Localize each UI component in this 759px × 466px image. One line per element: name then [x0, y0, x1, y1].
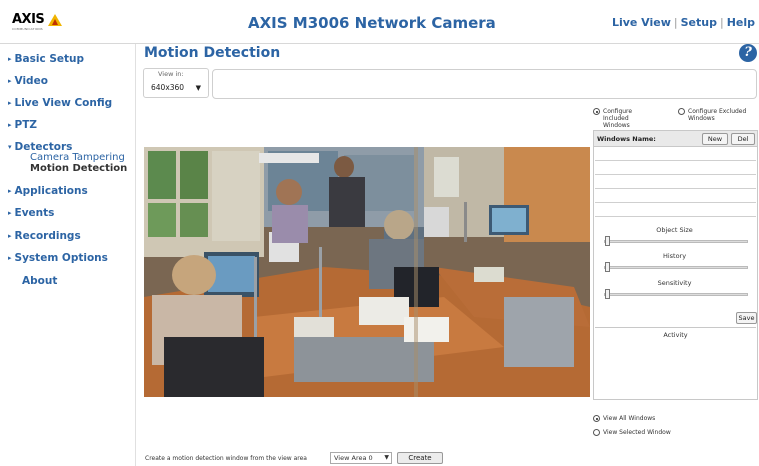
configure-included-label: Configure Included Windows [603, 108, 633, 129]
view-selected-window-label: View Selected Window [603, 429, 671, 436]
radio-unselected-icon [678, 108, 685, 115]
sidebar-item-recordings[interactable]: ▸ Recordings [8, 230, 81, 242]
nav-separator: | [719, 16, 724, 29]
history-thumb[interactable] [605, 262, 610, 272]
sidebar-item-label: Applications [14, 185, 88, 197]
logo-subtitle: COMMUNICATIONS [12, 27, 43, 31]
camera-scene-image [144, 147, 590, 397]
radio-selected-icon [593, 108, 600, 115]
chevron-right-icon: ▸ [8, 232, 12, 240]
create-button[interactable]: Create [397, 452, 443, 464]
dropdown-arrow-icon: ▼ [384, 454, 389, 461]
window-slot[interactable] [595, 190, 756, 203]
configure-included-radio[interactable]: Configure Included Windows [593, 108, 655, 129]
view-area-select[interactable]: View Area 0 ▼ [330, 452, 392, 464]
sidebar-item-label: Live View Config [14, 97, 113, 109]
window-slot[interactable] [595, 176, 756, 189]
chevron-right-icon: ▸ [8, 187, 12, 195]
help-link[interactable]: Help [727, 16, 755, 29]
chevron-right-icon: ▸ [8, 99, 12, 107]
history-label: History [662, 252, 687, 260]
chevron-right-icon: ▸ [8, 254, 12, 262]
status-box [212, 69, 757, 99]
dropdown-arrow-icon: ▼ [195, 84, 201, 92]
sidebar-item-label: Recordings [14, 230, 81, 242]
sidebar-item-live-view-config[interactable]: ▸ Live View Config [8, 97, 112, 109]
sidebar: ▸ Basic Setup ▸ Video ▸ Live View Config ▸ P… [0, 44, 136, 466]
save-button[interactable]: Save [736, 312, 757, 324]
new-window-button[interactable]: New [702, 133, 728, 145]
sensitivity-slider[interactable] [604, 293, 748, 296]
top-bar: AXIS COMMUNICATIONS AXIS M3006 Network C… [0, 0, 759, 44]
chevron-right-icon: ▸ [8, 209, 12, 217]
window-slot[interactable] [595, 204, 756, 217]
camera-video-view[interactable] [144, 147, 590, 397]
window-slot[interactable] [595, 162, 756, 175]
live-view-link[interactable]: Live View [612, 16, 671, 29]
page-title: Motion Detection [144, 45, 281, 61]
help-icon[interactable]: ? [739, 44, 757, 62]
sidebar-item-basic-setup[interactable]: ▸ Basic Setup [8, 53, 84, 65]
top-nav: Live View | Setup | Help [612, 16, 755, 29]
view-area-value: View Area 0 [334, 454, 373, 462]
sidebar-item-system-options[interactable]: ▸ System Options [8, 252, 108, 264]
sidebar-item-label: System Options [14, 252, 108, 264]
radio-unselected-icon [593, 429, 600, 436]
history-slider[interactable] [604, 266, 748, 269]
view-in-group: View in: 640x360 ▼ [143, 68, 209, 98]
object-size-slider[interactable] [604, 240, 748, 243]
nav-separator: | [673, 16, 678, 29]
sidebar-item-about[interactable]: About [22, 275, 57, 287]
sidebar-item-label: PTZ [14, 119, 37, 131]
view-in-value: 640x360 [151, 83, 185, 92]
sidebar-item-label: Basic Setup [14, 53, 85, 65]
view-in-select[interactable]: 640x360 ▼ [148, 81, 204, 95]
activity-box: Activity [595, 327, 756, 399]
create-window-instruction: Create a motion detection window from th… [145, 455, 307, 462]
radio-selected-icon [593, 415, 600, 422]
app-title: AXIS M3006 Network Camera [248, 14, 496, 32]
activity-label: Activity [663, 331, 688, 339]
object-size-thumb[interactable] [605, 236, 610, 246]
view-all-windows-label: View All Windows [603, 415, 656, 422]
chevron-down-icon: ▾ [8, 143, 12, 151]
window-slot[interactable] [595, 148, 756, 161]
sidebar-item-video[interactable]: ▸ Video [8, 75, 48, 87]
sidebar-item-label: Events [14, 207, 55, 219]
object-size-label: Object Size [656, 226, 693, 234]
view-in-label: View in: [158, 70, 184, 78]
logo-triangle-inner-icon [52, 19, 58, 25]
view-all-windows-radio[interactable]: View All Windows [593, 415, 655, 422]
windows-header: Windows Name: New Del [594, 131, 757, 147]
axis-logo[interactable]: AXIS COMMUNICATIONS [12, 12, 62, 33]
sidebar-subitem-motion-detection[interactable]: Motion Detection [30, 163, 127, 174]
windows-name-label: Windows Name: [597, 135, 656, 143]
sidebar-item-label: About [22, 275, 58, 287]
sidebar-item-events[interactable]: ▸ Events [8, 207, 54, 219]
sidebar-subitem-camera-tampering[interactable]: Camera Tampering [30, 152, 125, 163]
sensitivity-label: Sensitivity [657, 279, 692, 287]
chevron-right-icon: ▸ [8, 55, 12, 63]
delete-window-button[interactable]: Del [731, 133, 755, 145]
sidebar-item-applications[interactable]: ▸ Applications [8, 185, 88, 197]
windows-panel: Windows Name: New Del Object Size Histor… [593, 130, 758, 400]
sensitivity-thumb[interactable] [605, 289, 610, 299]
setup-link[interactable]: Setup [681, 16, 717, 29]
sidebar-item-ptz[interactable]: ▸ PTZ [8, 119, 37, 131]
configure-excluded-label: Configure Excluded Windows [688, 108, 747, 122]
configure-excluded-radio[interactable]: Configure Excluded Windows [678, 108, 758, 122]
chevron-right-icon: ▸ [8, 121, 12, 129]
chevron-right-icon: ▸ [8, 77, 12, 85]
logo-text: AXIS [12, 12, 45, 27]
view-selected-window-radio[interactable]: View Selected Window [593, 429, 671, 436]
sidebar-item-label: Video [14, 75, 48, 87]
